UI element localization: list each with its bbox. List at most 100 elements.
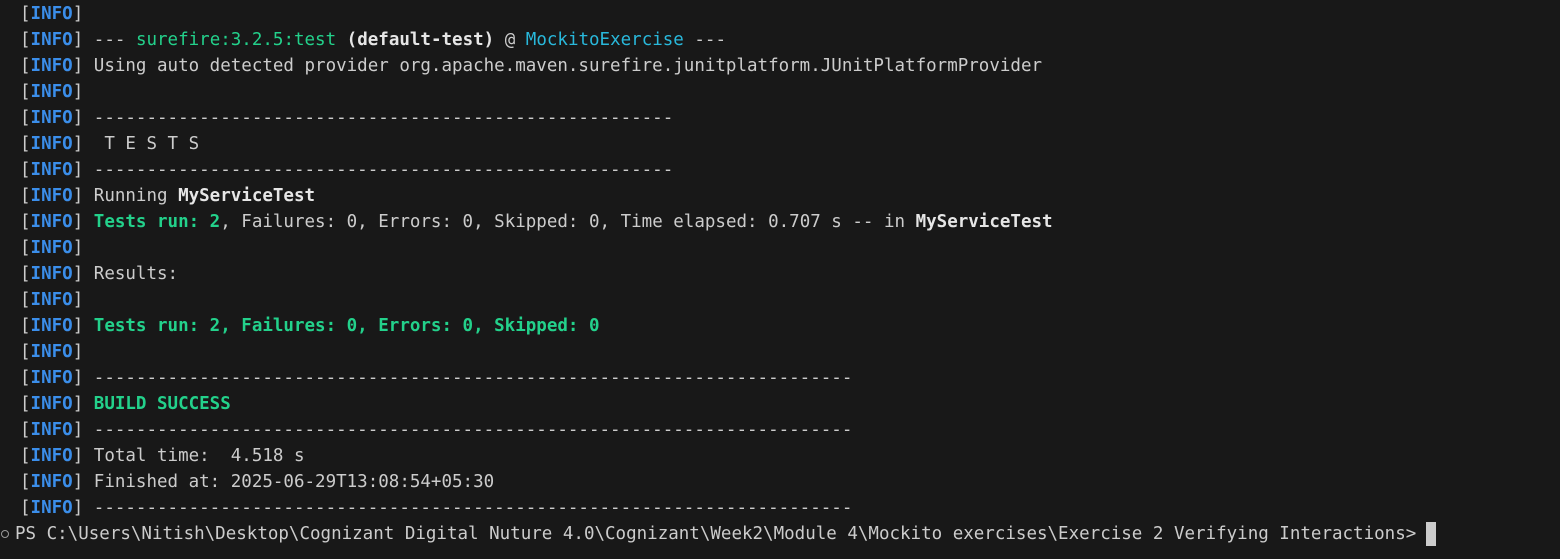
log-line: [INFO] ---------------------------------… <box>20 105 1053 131</box>
log-bracket-open: [ <box>20 212 31 232</box>
log-level-tag: INFO <box>30 264 73 284</box>
log-level-tag: INFO <box>30 4 73 24</box>
log-line: [INFO] Running MyServiceTest <box>20 183 1053 209</box>
log-bracket-close: ] <box>72 160 94 180</box>
log-bracket-open: [ <box>20 472 31 492</box>
log-line: [INFO] ---------------------------------… <box>20 417 1053 443</box>
terminal-prompt-line[interactable]: PS C:\Users\Nitish\Desktop\Cognizant Dig… <box>0 521 1437 547</box>
log-text-segment: surefire:3.2.5:test <box>135 30 337 50</box>
log-bracket-open: [ <box>20 290 31 310</box>
log-bracket-close: ] <box>72 238 94 258</box>
log-text-segment: MyServiceTest <box>915 212 1053 232</box>
log-level-tag: INFO <box>30 82 73 102</box>
log-bracket-close: ] <box>72 316 94 336</box>
log-level-tag: INFO <box>30 316 73 336</box>
log-bracket-open: [ <box>20 368 31 388</box>
command-status-circle-icon[interactable] <box>1 530 9 538</box>
log-bracket-close: ] <box>72 342 94 362</box>
log-line: [INFO] --- surefire:3.2.5:test (default-… <box>20 27 1053 53</box>
log-text-segment: Running <box>93 186 179 206</box>
log-line: [INFO] BUILD SUCCESS <box>20 391 1053 417</box>
log-text-segment: Finished at: 2025-06-29T13:08:54+05:30 <box>93 472 495 492</box>
log-level-tag: INFO <box>30 30 73 50</box>
terminal-panel[interactable]: [INFO] [INFO] --- surefire:3.2.5:test (d… <box>0 0 1560 559</box>
log-bracket-open: [ <box>20 238 31 258</box>
log-level-tag: INFO <box>30 56 73 76</box>
log-text-segment: ----------------------------------------… <box>93 498 853 518</box>
log-line: [INFO] <box>20 235 1053 261</box>
log-bracket-open: [ <box>20 264 31 284</box>
log-text-segment: Results: <box>93 264 179 284</box>
log-line: [INFO] ---------------------------------… <box>20 365 1053 391</box>
log-bracket-open: [ <box>20 56 31 76</box>
log-bracket-open: [ <box>20 316 31 336</box>
log-text-segment: ----------------------------------------… <box>93 420 853 440</box>
log-text-segment: ----------------------------------------… <box>93 160 674 180</box>
log-line: [INFO] T E S T S <box>20 131 1053 157</box>
log-text-segment: Tests run: 2 <box>93 212 221 232</box>
log-text-segment: BUILD SUCCESS <box>93 394 231 414</box>
log-bracket-open: [ <box>20 4 31 24</box>
log-bracket-close: ] <box>72 82 94 102</box>
log-bracket-open: [ <box>20 342 31 362</box>
terminal-cursor <box>1426 522 1437 546</box>
log-bracket-close: ] <box>72 368 94 388</box>
log-bracket-close: ] <box>72 394 94 414</box>
log-text-segment: MockitoExercise <box>525 30 684 50</box>
log-line: [INFO] ---------------------------------… <box>20 495 1053 521</box>
log-text-segment: ----------------------------------------… <box>93 368 853 388</box>
log-bracket-open: [ <box>20 446 31 466</box>
terminal-output: [INFO] [INFO] --- surefire:3.2.5:test (d… <box>20 1 1053 521</box>
log-bracket-close: ] <box>72 30 94 50</box>
log-bracket-open: [ <box>20 394 31 414</box>
log-text-segment <box>336 30 347 50</box>
log-line: [INFO] Using auto detected provider org.… <box>20 53 1053 79</box>
log-line: [INFO] <box>20 287 1053 313</box>
log-bracket-open: [ <box>20 108 31 128</box>
log-line: [INFO] Tests run: 2, Failures: 0, Errors… <box>20 209 1053 235</box>
log-level-tag: INFO <box>30 238 73 258</box>
log-text-segment: Tests run: 2, Failures: 0, Errors: 0, Sk… <box>93 316 600 336</box>
log-bracket-open: [ <box>20 160 31 180</box>
log-bracket-open: [ <box>20 420 31 440</box>
log-text-segment: (default-test) <box>346 30 495 50</box>
log-bracket-open: [ <box>20 30 31 50</box>
log-text-segment: --- <box>683 30 726 50</box>
log-text-segment: , Failures: 0, Errors: 0, Skipped: 0, Ti… <box>220 212 916 232</box>
log-bracket-close: ] <box>72 290 94 310</box>
log-line: [INFO] Results: <box>20 261 1053 287</box>
log-bracket-close: ] <box>72 446 94 466</box>
log-text-segment: ----------------------------------------… <box>93 108 674 128</box>
log-bracket-close: ] <box>72 108 94 128</box>
log-bracket-open: [ <box>20 134 31 154</box>
log-level-tag: INFO <box>30 472 73 492</box>
log-text-segment: MyServiceTest <box>178 186 316 206</box>
log-level-tag: INFO <box>30 134 73 154</box>
log-level-tag: INFO <box>30 160 73 180</box>
log-level-tag: INFO <box>30 186 73 206</box>
log-bracket-close: ] <box>72 4 94 24</box>
log-level-tag: INFO <box>30 212 73 232</box>
log-line: [INFO] <box>20 79 1053 105</box>
log-line: [INFO] ---------------------------------… <box>20 157 1053 183</box>
log-text-segment: @ <box>494 30 526 50</box>
log-level-tag: INFO <box>30 420 73 440</box>
log-level-tag: INFO <box>30 394 73 414</box>
log-bracket-close: ] <box>72 472 94 492</box>
log-line: [INFO] <box>20 339 1053 365</box>
log-level-tag: INFO <box>30 368 73 388</box>
log-line: [INFO] Finished at: 2025-06-29T13:08:54+… <box>20 469 1053 495</box>
log-bracket-close: ] <box>72 420 94 440</box>
log-bracket-open: [ <box>20 186 31 206</box>
log-bracket-close: ] <box>72 56 94 76</box>
log-bracket-close: ] <box>72 498 94 518</box>
log-level-tag: INFO <box>30 108 73 128</box>
log-level-tag: INFO <box>30 290 73 310</box>
log-bracket-close: ] <box>72 264 94 284</box>
log-level-tag: INFO <box>30 498 73 518</box>
log-bracket-close: ] <box>72 186 94 206</box>
log-text-segment: --- <box>93 30 136 50</box>
log-bracket-close: ] <box>72 134 94 154</box>
log-bracket-close: ] <box>72 212 94 232</box>
log-line: [INFO] Total time: 4.518 s <box>20 443 1053 469</box>
